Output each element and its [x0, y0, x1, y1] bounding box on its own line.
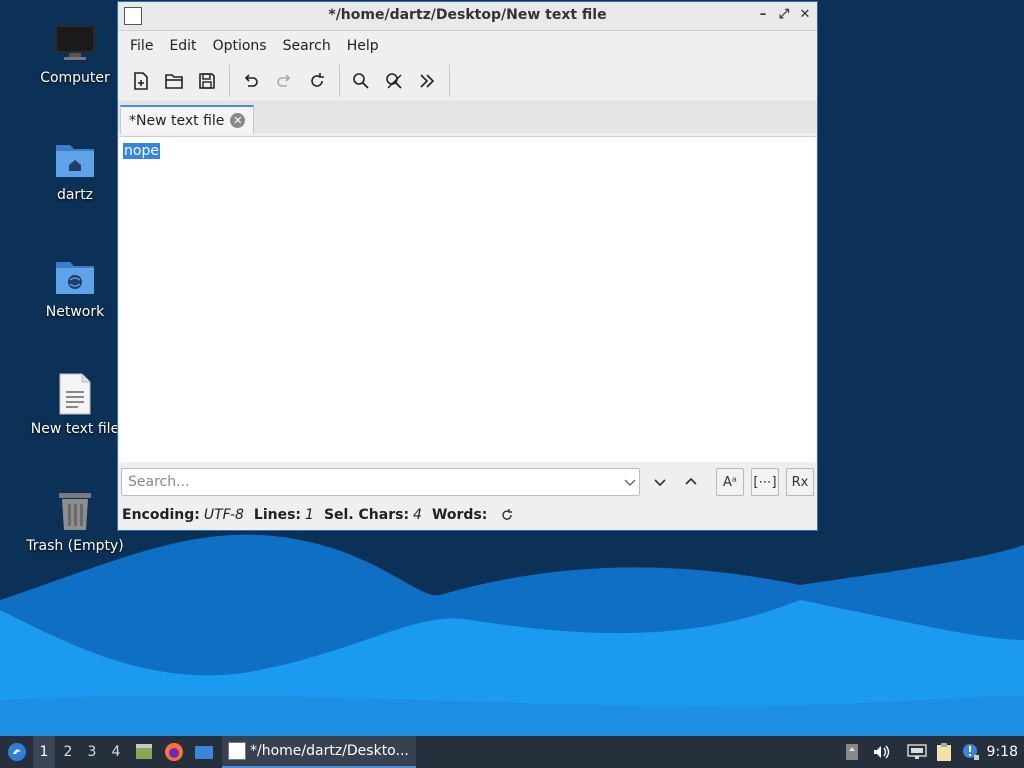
find-replace-icon [386, 73, 402, 89]
search-bar: Aᵃ [⋯] Rx [118, 465, 817, 501]
find-button[interactable] [346, 66, 376, 96]
redo-icon [277, 74, 291, 87]
more-icon [420, 74, 435, 88]
menu-file[interactable]: File [122, 38, 161, 54]
encoding-value: UTF-8 [203, 507, 244, 523]
workspace-1[interactable]: 1 [33, 736, 55, 768]
file-manager-launcher[interactable] [132, 736, 156, 768]
save-icon [199, 73, 215, 89]
reload-icon [311, 73, 324, 87]
update-icon [846, 744, 858, 760]
menu-bar: File Edit Options Search Help [118, 31, 817, 61]
show-desktop-button[interactable] [192, 736, 216, 768]
menu-options[interactable]: Options [205, 38, 275, 54]
window-title: */home/dartz/Desktop/New text file [328, 7, 607, 23]
tray-network[interactable] [906, 736, 928, 768]
close-window-button[interactable]: ✕ [796, 6, 814, 24]
file-manager-icon [136, 744, 152, 759]
editor-line: nope [123, 143, 160, 159]
open-button[interactable] [159, 66, 189, 96]
chevron-down-icon [654, 479, 666, 487]
title-bar[interactable]: */home/dartz/Desktop/New text file – ⤢ ✕ [118, 2, 817, 31]
regex-icon: Rx [791, 474, 809, 490]
tray-notifications[interactable] [960, 736, 982, 768]
more-button[interactable] [412, 66, 442, 96]
close-tab-icon[interactable]: ✕ [230, 113, 246, 128]
notification-icon [963, 744, 979, 760]
match-case-button[interactable]: Aᵃ [716, 468, 744, 496]
toolbar-separator [229, 65, 230, 97]
regex-button[interactable]: Rx [786, 468, 814, 496]
menu-edit[interactable]: Edit [161, 38, 204, 54]
text-editor-area[interactable]: nope [119, 136, 816, 462]
find-next-button[interactable] [646, 468, 674, 496]
taskbar-window-label: */home/dartz/Deskto... [250, 743, 409, 759]
network-icon [907, 744, 927, 759]
chevron-up-icon [685, 477, 697, 485]
trash-icon [54, 490, 96, 532]
sel-chars-label: Sel. Chars: [323, 507, 410, 523]
find-replace-button[interactable] [379, 66, 409, 96]
tray-volume[interactable] [870, 736, 892, 768]
undo-button[interactable] [236, 66, 266, 96]
reload-button[interactable] [302, 66, 332, 96]
status-bar: Encoding: UTF-8 Lines: 1 Sel. Chars: 4 W… [122, 505, 515, 525]
whole-word-button[interactable]: [⋯] [751, 468, 779, 496]
workspace-3[interactable]: 3 [81, 736, 103, 768]
menu-help[interactable]: Help [339, 38, 387, 54]
redo-button[interactable] [269, 66, 299, 96]
taskbar-window-button[interactable]: */home/dartz/Deskto... [222, 736, 416, 768]
home-folder-icon [54, 139, 96, 181]
toolbar [118, 61, 817, 101]
toolbar-separator [449, 65, 450, 97]
lines-value: 1 [305, 507, 314, 523]
tab-new-text-file[interactable]: *New text file ✕ [120, 105, 255, 134]
find-icon [353, 73, 369, 89]
new-file-icon [134, 72, 148, 90]
whole-word-icon: [⋯] [753, 474, 777, 490]
toolbar-separator [339, 65, 340, 97]
tray-updates[interactable] [842, 736, 862, 768]
save-button[interactable] [192, 66, 222, 96]
words-label: Words: [431, 507, 488, 523]
search-input[interactable] [121, 468, 640, 496]
network-folder-icon [54, 256, 96, 298]
workspace-4[interactable]: 4 [105, 736, 127, 768]
firefox-icon [165, 743, 183, 761]
computer-icon [54, 22, 96, 64]
text-editor-window: */home/dartz/Desktop/New text file – ⤢ ✕… [117, 1, 818, 531]
open-folder-icon [165, 74, 183, 89]
sel-chars-value: 4 [413, 507, 422, 523]
minimize-button[interactable]: – [754, 6, 772, 24]
tab-label: *New text file [129, 112, 225, 129]
volume-icon [874, 745, 890, 759]
maximize-button[interactable]: ⤢ [775, 6, 793, 24]
encoding-label: Encoding: [122, 507, 200, 523]
undo-icon [244, 74, 258, 87]
selected-text: nope [123, 143, 160, 159]
desktop-icon [195, 746, 213, 759]
menu-search[interactable]: Search [275, 38, 339, 54]
new-file-button[interactable] [126, 66, 156, 96]
workspace-2[interactable]: 2 [57, 736, 79, 768]
distro-logo-icon [8, 743, 26, 761]
find-previous-button[interactable] [677, 468, 705, 496]
chevron-down-icon[interactable] [623, 473, 637, 491]
lines-label: Lines: [253, 507, 302, 523]
refresh-words-icon[interactable] [499, 507, 515, 523]
match-case-icon: Aᵃ [723, 474, 737, 490]
start-menu-button[interactable] [4, 736, 30, 768]
tab-bar: *New text file ✕ [118, 101, 817, 134]
firefox-launcher[interactable] [162, 736, 186, 768]
text-file-icon [54, 373, 96, 415]
clock[interactable]: 9:18 [987, 744, 1018, 760]
clipboard-icon [937, 743, 951, 761]
desktop-icon-label: Trash (Empty) [26, 538, 124, 554]
text-editor-icon [228, 742, 246, 760]
tray-clipboard[interactable] [933, 736, 955, 768]
taskbar: 1 2 3 4 */home/dartz/Deskto... 9:18 [0, 736, 1024, 768]
